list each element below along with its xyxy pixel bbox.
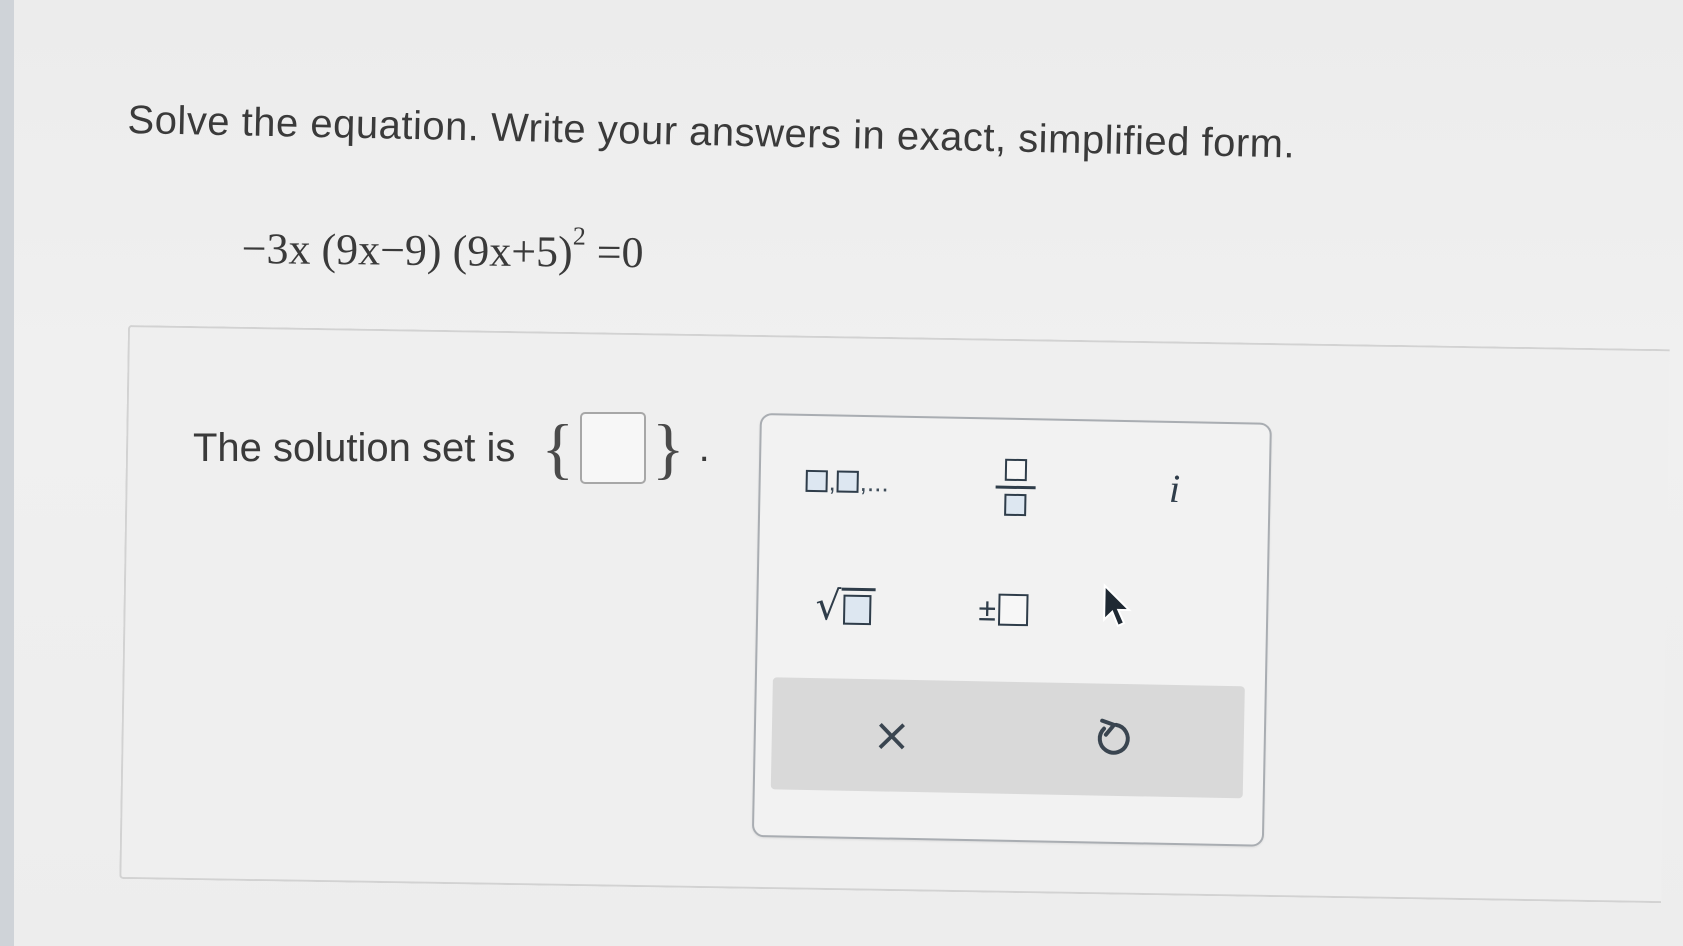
numerator-box [1004,458,1028,481]
answer-input[interactable] [580,412,647,484]
undo-icon [1097,718,1130,755]
denominator-box [1004,493,1027,516]
list-button[interactable]: ,,... [792,456,903,508]
fraction-button[interactable] [975,441,1057,533]
window-edge [0,0,14,946]
period: . [698,425,710,470]
equation-rhs: =0 [585,227,644,278]
radical-sign: √ [815,583,842,630]
equation-exponent: 2 [572,221,587,251]
math-palette: ,,... i √ ± × [751,413,1272,847]
equation: −3x (9x−9) (9x+5)2 =0 [241,218,643,278]
placeholder-box [997,593,1029,627]
undo-button[interactable] [1071,703,1152,775]
equation-main: −3x (9x−9) (9x+5) [241,223,573,277]
placeholder-box [836,470,860,493]
square-root-icon: √ [815,583,876,631]
square-root-button[interactable]: √ [800,576,891,638]
radicand [840,587,876,631]
clear-icon: × [872,707,912,762]
placeholder-box [805,469,828,493]
list-icon: ,,... [805,465,890,498]
imaginary-unit-icon: i [1168,465,1181,511]
mouse-cursor-icon [1103,583,1132,628]
fraction-bar [995,485,1036,489]
plus-minus-sign: ± [978,590,997,628]
fraction-icon [995,458,1036,516]
plus-minus-icon: ± [978,590,1029,629]
page-background: Solve the equation. Write your answers i… [0,0,1683,946]
solution-label: The solution set is [193,425,516,470]
question-prompt: Solve the equation. Write your answers i… [127,98,1296,167]
list-separator: , [828,465,837,496]
open-brace: { [541,410,575,486]
action-bar: × [770,677,1245,799]
placeholder-box [842,594,872,626]
clear-button[interactable]: × [851,699,932,771]
list-ellipsis: ,... [859,466,890,497]
plus-minus-button[interactable]: ± [958,579,1049,641]
solution-line: The solution set is { } . [193,412,710,484]
imaginary-unit-button[interactable]: i [1144,462,1205,513]
close-brace: } [652,410,685,486]
